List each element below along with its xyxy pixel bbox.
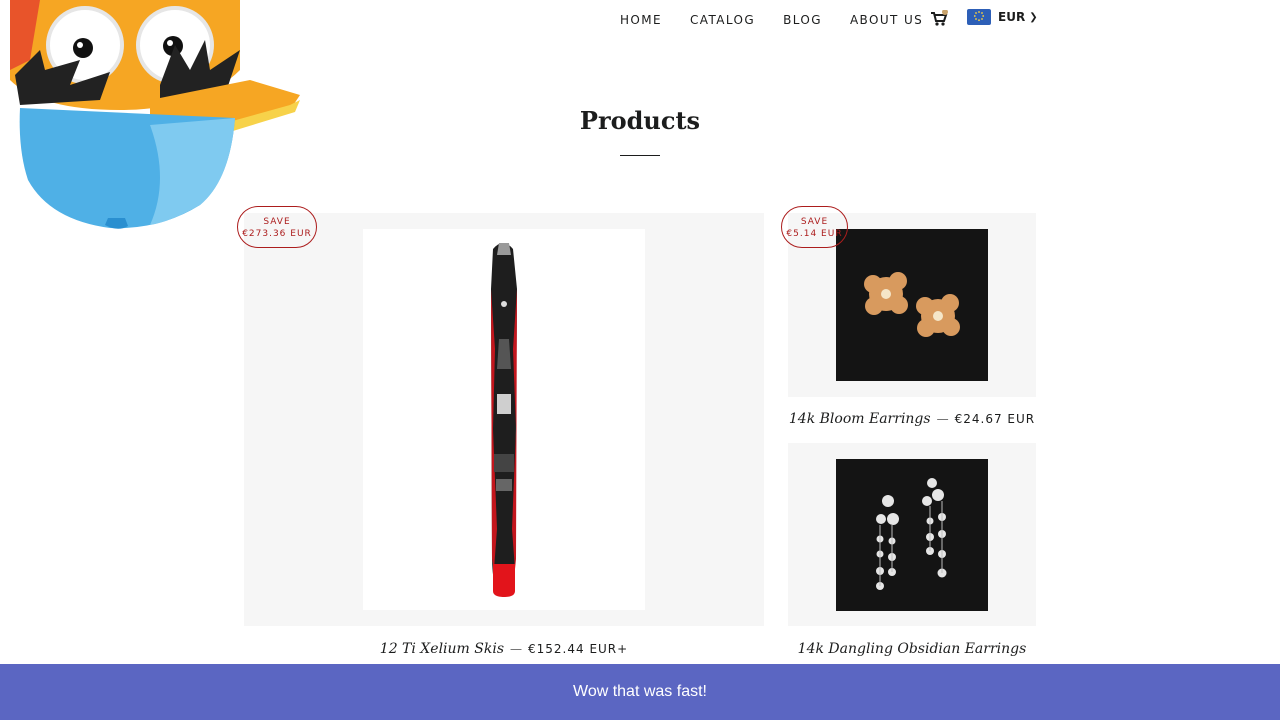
save-badge-bloom-earrings: SAVE €5.14 EUR [781, 206, 848, 248]
product-card-dangling-earrings[interactable] [788, 443, 1036, 626]
title-divider [620, 155, 660, 156]
separator: — [510, 642, 522, 656]
product-price: €24.67 EUR [954, 412, 1036, 426]
ski-image[interactable] [363, 229, 645, 610]
product-title-dangling-earrings[interactable]: 14k Dangling Obsidian Earrings [788, 641, 1036, 657]
separator: — [936, 412, 949, 426]
save-badge-amount: €5.14 EUR [786, 229, 843, 239]
product-name: 12 Ti Xelium Skis [379, 641, 504, 657]
currency-selector[interactable]: EUR ❯ [967, 9, 1038, 25]
nav-catalog[interactable]: CATALOG [690, 10, 755, 30]
save-badge-label: SAVE [263, 217, 291, 227]
product-name: 14k Dangling Obsidian Earrings [797, 641, 1027, 657]
notification-banner: Wow that was fast! [0, 664, 1280, 720]
main-nav: HOME CATALOG BLOG ABOUT US [620, 10, 951, 30]
product-price: €152.44 EUR+ [528, 642, 629, 656]
bloom-earrings-image[interactable] [836, 229, 988, 381]
product-name: 14k Bloom Earrings [788, 411, 931, 427]
chevron-down-icon: ❯ [1029, 11, 1038, 23]
product-title-skis[interactable]: 12 Ti Xelium Skis — €152.44 EUR+ [244, 641, 764, 657]
nav-about-us[interactable]: ABOUT US [850, 10, 923, 30]
eu-flag-icon [967, 9, 991, 25]
product-card-skis[interactable] [244, 213, 764, 626]
cart-icon[interactable] [930, 9, 948, 28]
save-badge-skis: SAVE €273.36 EUR [237, 206, 317, 248]
save-badge-label: SAVE [800, 217, 829, 227]
currency-label: EUR [998, 10, 1026, 24]
product-title-bloom-earrings[interactable]: 14k Bloom Earrings — €24.67 EUR [788, 411, 1036, 427]
nav-home[interactable]: HOME [620, 10, 662, 30]
dangling-earrings-image[interactable] [836, 459, 988, 611]
nav-blog[interactable]: BLOG [783, 10, 822, 30]
page-title: Products [579, 106, 701, 135]
save-badge-amount: €273.36 EUR [242, 229, 312, 239]
